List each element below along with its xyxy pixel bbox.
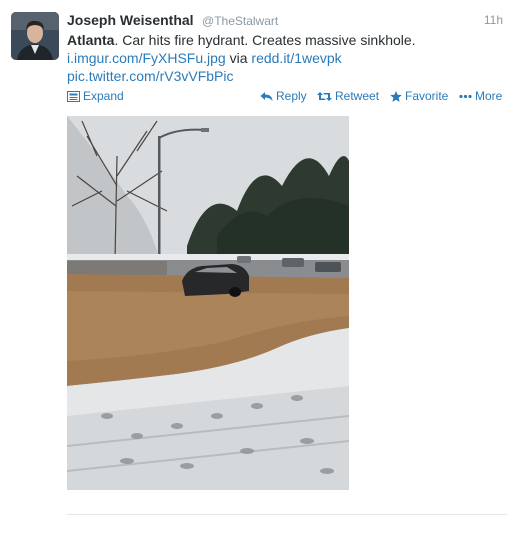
tweet-actions: Expand Reply Retweet Favorite More [67, 89, 507, 105]
tweet[interactable]: Joseph Weisenthal @TheStalwart 11h Atlan… [0, 0, 515, 535]
retweet-label: Retweet [335, 89, 380, 103]
tweet-text-body: . Car hits fire hydrant. Creates massive… [114, 32, 416, 48]
author-handle[interactable]: @TheStalwart [202, 14, 278, 28]
expand-icon [67, 91, 80, 102]
expand-button[interactable]: Expand [67, 89, 124, 103]
tweet-photo[interactable] [67, 116, 349, 490]
retweet-icon [317, 92, 332, 101]
more-button[interactable]: More [459, 89, 502, 103]
tweet-text: Atlanta. Car hits fire hydrant. Creates … [67, 31, 497, 85]
reddit-link[interactable]: redd.it/1wevpk [251, 50, 341, 66]
tweet-divider [67, 514, 507, 515]
favorite-label: Favorite [405, 89, 449, 103]
tweet-text-bold: Atlanta [67, 32, 115, 48]
star-icon [390, 91, 402, 102]
retweet-button[interactable]: Retweet [317, 89, 379, 103]
tweet-header: Joseph Weisenthal @TheStalwart 11h [67, 12, 507, 30]
tweet-timestamp[interactable]: 11h [484, 13, 503, 27]
favorite-button[interactable]: Favorite [390, 89, 448, 103]
via-text: via [229, 50, 248, 66]
avatar[interactable] [11, 12, 59, 60]
reply-icon [260, 92, 273, 101]
reply-button[interactable]: Reply [260, 89, 307, 103]
author-name[interactable]: Joseph Weisenthal [67, 12, 194, 28]
expand-label: Expand [83, 89, 124, 103]
reply-label: Reply [276, 89, 307, 103]
pic-twitter-link[interactable]: pic.twitter.com/rV3vVFbPic [67, 68, 234, 84]
imgur-link[interactable]: i.imgur.com/FyXHSFu.jpg [67, 50, 226, 66]
more-label: More [475, 89, 503, 103]
more-dots-icon [459, 94, 472, 99]
